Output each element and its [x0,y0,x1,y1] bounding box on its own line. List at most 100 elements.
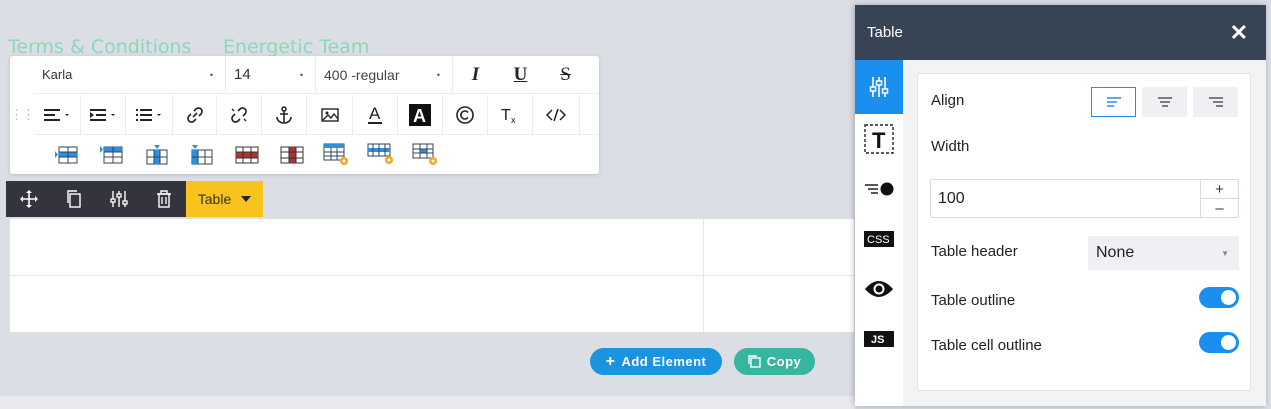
table-settings-icon[interactable] [314,135,359,174]
insert-row-above-icon[interactable] [44,135,89,174]
panel-title: Table [867,24,903,41]
width-input[interactable]: 100 + – [930,179,1239,218]
drag-handle-icon[interactable]: ⋮⋮ [10,95,35,134]
toolbar-row-font: Karla • 14 • 400 -regular • I U S [34,56,599,94]
add-element-label: Add Element [621,354,707,369]
delete-icon[interactable] [141,181,186,217]
align-button-group [1091,87,1238,117]
align-right-icon [1208,97,1223,107]
delete-column-icon[interactable] [269,135,314,174]
js-icon: JS [864,331,894,347]
tab-js[interactable]: JS [855,314,903,364]
align-center-button[interactable] [1142,87,1187,117]
properties-panel: Table ✕ T CSS JS Align Width 100 + – Tab… [855,5,1266,406]
image-icon[interactable] [307,95,353,135]
add-element-button[interactable]: + Add Element [590,348,722,375]
duplicate-icon[interactable] [51,181,96,217]
table-outline-toggle[interactable] [1199,287,1239,308]
table-row[interactable] [10,276,854,333]
insert-column-left-icon[interactable] [134,135,179,174]
list-icon[interactable] [126,95,173,135]
align-label: Align [931,92,965,109]
table-settings-card: Align Width 100 + – Table header None ▼ … [917,73,1251,391]
tab-list[interactable] [855,164,903,214]
anchor-icon[interactable] [262,95,307,135]
svg-text:A: A [369,104,381,123]
cell-settings-icon[interactable] [404,135,449,174]
move-icon[interactable] [6,181,51,217]
text-color-icon[interactable]: A [353,95,398,135]
indent-icon[interactable] [81,95,126,135]
copyright-icon[interactable] [443,95,488,135]
font-size-value: 14 [234,66,251,83]
align-left-icon [1106,97,1121,107]
list-bullet-icon [865,182,894,196]
table-header-value: None [1096,244,1135,261]
toggle-knob [1221,290,1236,305]
decrement-button[interactable]: – [1201,199,1238,217]
tab-text[interactable]: T [855,114,903,164]
text-toolbar: ⋮⋮ Karla • 14 • 400 -regular • I U S A A… [10,56,599,174]
font-family-select[interactable]: Karla • [34,56,226,93]
table-header-select[interactable]: None ▼ [1088,236,1239,270]
align-center-icon [1157,97,1172,107]
settings-icon [869,77,889,97]
close-icon[interactable]: ✕ [1230,21,1248,44]
row-settings-icon[interactable] [359,135,404,174]
svg-text:JS: JS [871,334,884,346]
font-family-value: Karla [42,67,73,82]
settings-icon[interactable] [96,181,141,217]
svg-text:CSS: CSS [867,234,890,246]
width-stepper: + – [1200,180,1238,217]
background-color-icon[interactable]: A [398,95,443,135]
tab-settings[interactable] [855,60,903,114]
table-header-label: Table header [931,243,1018,260]
element-action-bar: Table [6,181,263,217]
insert-row-below-icon[interactable] [89,135,134,174]
table-cell-outline-toggle[interactable] [1199,332,1239,353]
copy-button[interactable]: Copy [734,348,815,375]
width-value[interactable]: 100 [931,180,1200,217]
table-element[interactable] [9,218,855,333]
nav-link-terms[interactable]: Terms & Conditions [8,36,191,58]
tab-visibility[interactable] [855,264,903,314]
font-weight-select[interactable]: 400 -regular • [316,56,453,93]
caret-down-icon [241,196,252,202]
svg-text:T: T [501,107,511,124]
nav-link-energetic-team[interactable]: Energetic Team [223,36,369,58]
copy-label: Copy [766,354,802,369]
toggle-knob [1221,335,1236,350]
copy-icon [748,355,761,368]
increment-button[interactable]: + [1201,180,1238,199]
panel-tab-bar: T CSS JS [855,60,903,406]
code-icon[interactable] [533,95,580,135]
link-icon[interactable] [173,95,217,135]
element-type-dropdown[interactable]: Table [186,181,263,217]
font-weight-value: 400 -regular [324,66,400,83]
align-left-icon[interactable] [34,95,81,135]
align-left-button[interactable] [1091,87,1136,117]
chevron-down-icon: • [436,69,440,80]
text-icon: T [864,124,894,154]
tab-css[interactable]: CSS [855,214,903,264]
table-row[interactable] [10,219,854,276]
font-size-select[interactable]: 14 • [226,56,316,93]
unlink-icon[interactable] [217,95,262,135]
chevron-down-icon: • [299,69,303,80]
toolbar-row-insert: A A Tx [34,95,599,135]
italic-icon[interactable]: I [453,56,498,93]
delete-row-icon[interactable] [224,135,269,174]
insert-column-right-icon[interactable] [179,135,224,174]
table-cell-outline-label: Table cell outline [931,337,1042,354]
width-label: Width [931,138,970,155]
chevron-down-icon: ▼ [1221,248,1229,258]
table-outline-label: Table outline [931,292,1016,309]
panel-body: Align Width 100 + – Table header None ▼ … [903,60,1266,406]
element-type-label: Table [197,191,232,207]
clear-format-icon[interactable]: Tx [488,95,533,135]
strikethrough-icon[interactable]: S [543,56,588,93]
canvas-bottom-strip [0,396,855,409]
underline-icon[interactable]: U [498,56,543,93]
svg-text:x: x [511,115,516,124]
align-right-button[interactable] [1193,87,1238,117]
